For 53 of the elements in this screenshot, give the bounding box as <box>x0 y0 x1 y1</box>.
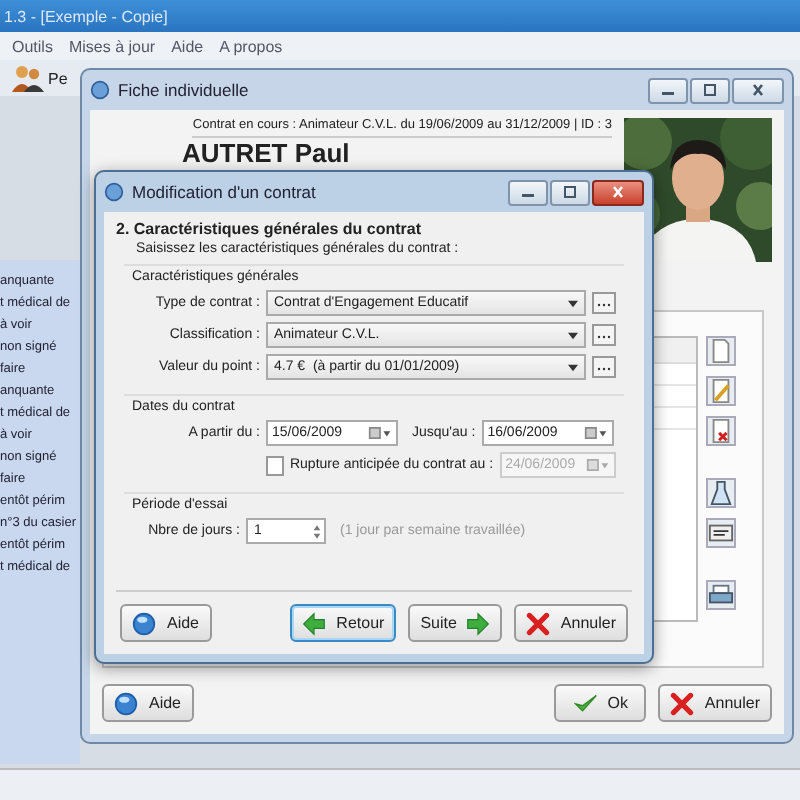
delete-document-icon[interactable] <box>706 416 736 446</box>
ellipsis-icon <box>596 363 612 371</box>
ok-button[interactable]: Ok <box>554 684 647 722</box>
help-icon <box>114 691 139 715</box>
calendar-icon <box>583 426 608 440</box>
cancel-button[interactable]: Annuler <box>658 684 772 722</box>
check-icon <box>573 691 598 715</box>
person-name: AUTRET Paul <box>180 140 350 166</box>
close-icon <box>526 611 551 635</box>
printer-icon[interactable] <box>706 580 736 610</box>
app-icon <box>90 80 110 100</box>
toolbar-label[interactable]: Pe <box>48 69 68 87</box>
section-heading: 2. Caractéristiques générales du contrat <box>116 220 423 238</box>
help-button[interactable]: Aide <box>102 684 194 722</box>
menu-item[interactable]: Mises à jour <box>68 37 156 55</box>
maximize-button[interactable] <box>690 77 730 103</box>
arrow-right-icon <box>466 611 491 635</box>
window-title: Fiche individuelle <box>118 80 249 100</box>
maximize-button[interactable] <box>550 179 590 205</box>
card-icon[interactable] <box>706 518 736 548</box>
calendar-icon <box>586 458 610 472</box>
more-button[interactable] <box>592 292 616 314</box>
minimize-button[interactable] <box>508 179 548 205</box>
calendar-icon <box>368 426 392 440</box>
close-icon <box>608 184 628 200</box>
back-button[interactable]: Retour <box>290 604 397 642</box>
next-button[interactable]: Suite <box>408 604 503 642</box>
more-button[interactable] <box>592 356 616 378</box>
flask-icon[interactable] <box>706 478 736 508</box>
close-button[interactable] <box>592 179 644 205</box>
spinner-arrows-icon <box>312 521 322 541</box>
help-button[interactable]: Aide <box>120 604 212 642</box>
more-button[interactable] <box>592 324 616 346</box>
menu-item[interactable]: Aide <box>171 37 204 55</box>
app-icon <box>104 182 124 202</box>
pencil-icon[interactable] <box>706 376 736 406</box>
document-icon[interactable] <box>706 336 736 366</box>
menu-item[interactable]: Outils <box>12 37 53 55</box>
maximize-icon <box>560 184 580 200</box>
help-icon <box>132 611 157 635</box>
window-title: 1.3 - [Exemple - Copie] <box>4 7 168 25</box>
people-icon[interactable] <box>12 64 44 92</box>
dialog-title: Modification d'un contrat <box>132 182 316 202</box>
close-button[interactable] <box>732 77 784 103</box>
close-icon <box>748 82 768 98</box>
ellipsis-icon <box>596 299 612 307</box>
menu-item[interactable]: A propos <box>219 37 283 55</box>
minimize-button[interactable] <box>648 77 688 103</box>
cancel-button[interactable]: Annuler <box>514 604 628 642</box>
ellipsis-icon <box>596 331 612 339</box>
arrow-left-icon <box>302 611 327 635</box>
maximize-icon <box>700 82 720 98</box>
close-icon <box>670 691 695 715</box>
